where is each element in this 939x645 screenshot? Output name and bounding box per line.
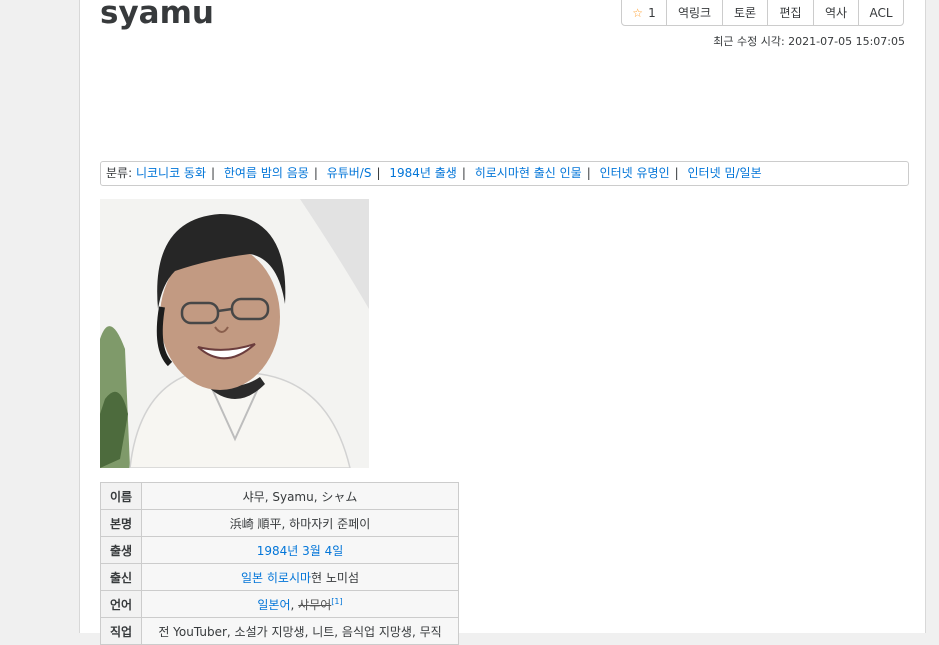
language-strike: 샤무어 — [298, 597, 332, 612]
category-link[interactable]: 1984년 출생 — [389, 166, 456, 180]
discuss-button[interactable]: 토론 — [722, 0, 767, 25]
category-link[interactable]: 인터넷 유명인 — [600, 166, 670, 180]
infobox-value: 일본 히로시마현 노미섬 — [141, 563, 459, 591]
infobox-value: 1984년 3월 4일 — [141, 536, 459, 564]
infobox-table: 이름 샤무, Syamu, シャム 본명 浜崎 順平, 하마자키 준페이 출생 … — [100, 482, 459, 645]
page-title: syamu — [100, 0, 214, 31]
edit-button[interactable]: 편집 — [767, 0, 813, 25]
history-button[interactable]: 역사 — [813, 0, 858, 25]
origin-rest: 현 노미섬 — [311, 570, 360, 585]
infobox-row: 직업 전 YouTuber, 소설가 지망생, 니트, 음식업 지망생, 무직 — [100, 617, 459, 645]
infobox-key: 언어 — [100, 590, 142, 618]
infobox-row: 출생 1984년 3월 4일 — [100, 536, 459, 564]
infobox-row: 출신 일본 히로시마현 노미섬 — [100, 563, 459, 591]
infobox-key: 이름 — [100, 482, 142, 510]
infobox-value: 일본어, 샤무어[1] — [141, 590, 459, 618]
star-icon: ☆ — [632, 5, 644, 20]
origin-link[interactable]: 일본 히로시마 — [241, 571, 311, 585]
category-label: 분류: — [106, 166, 133, 180]
star-count: 1 — [648, 5, 656, 20]
infobox-value: 浜崎 順平, 하마자키 준페이 — [141, 509, 459, 537]
profile-photo[interactable] — [100, 199, 369, 468]
category-box: 분류: 니코니코 동화 | 한여름 밤의 음몽 | 유튜버/S | 1984년 출생 |… — [100, 161, 909, 186]
infobox-row: 언어 일본어, 샤무어[1] — [100, 590, 459, 618]
star-button[interactable]: ☆ 1 — [622, 0, 666, 25]
category-link[interactable]: 니코니코 동화 — [136, 166, 206, 180]
infobox-value: 전 YouTuber, 소설가 지망생, 니트, 음식업 지망생, 무직 — [141, 617, 459, 645]
backlinks-button[interactable]: 역링크 — [666, 0, 722, 25]
language-comma: , — [290, 597, 295, 612]
article-toolbar: ☆ 1 역링크 토론 편집 역사 ACL — [621, 0, 904, 26]
infobox-value: 샤무, Syamu, シャム — [141, 482, 459, 510]
category-link[interactable]: 히로시마현 출신 인물 — [475, 166, 582, 180]
infobox-row: 이름 샤무, Syamu, シャム — [100, 482, 459, 510]
infobox-key: 출신 — [100, 563, 142, 591]
infobox-key: 본명 — [100, 509, 142, 537]
acl-button[interactable]: ACL — [858, 0, 903, 25]
footnote-ref[interactable]: [1] — [331, 597, 342, 606]
infobox-row: 본명 浜崎 順平, 하마자키 준페이 — [100, 509, 459, 537]
category-link[interactable]: 인터넷 밈/일본 — [688, 166, 762, 180]
last-edited-time: 최근 수정 시각: 2021-07-05 15:07:05 — [713, 35, 905, 48]
birth-date-link[interactable]: 1984년 3월 4일 — [257, 544, 344, 558]
infobox-key: 출생 — [100, 536, 142, 564]
category-link[interactable]: 유튜버/S — [327, 166, 372, 180]
language-link[interactable]: 일본어 — [257, 598, 290, 612]
category-link[interactable]: 한여름 밤의 음몽 — [224, 166, 309, 180]
article-page: syamu ☆ 1 역링크 토론 편집 역사 ACL 최근 수정 시각: 202… — [79, 0, 926, 645]
infobox-key: 직업 — [100, 617, 142, 645]
